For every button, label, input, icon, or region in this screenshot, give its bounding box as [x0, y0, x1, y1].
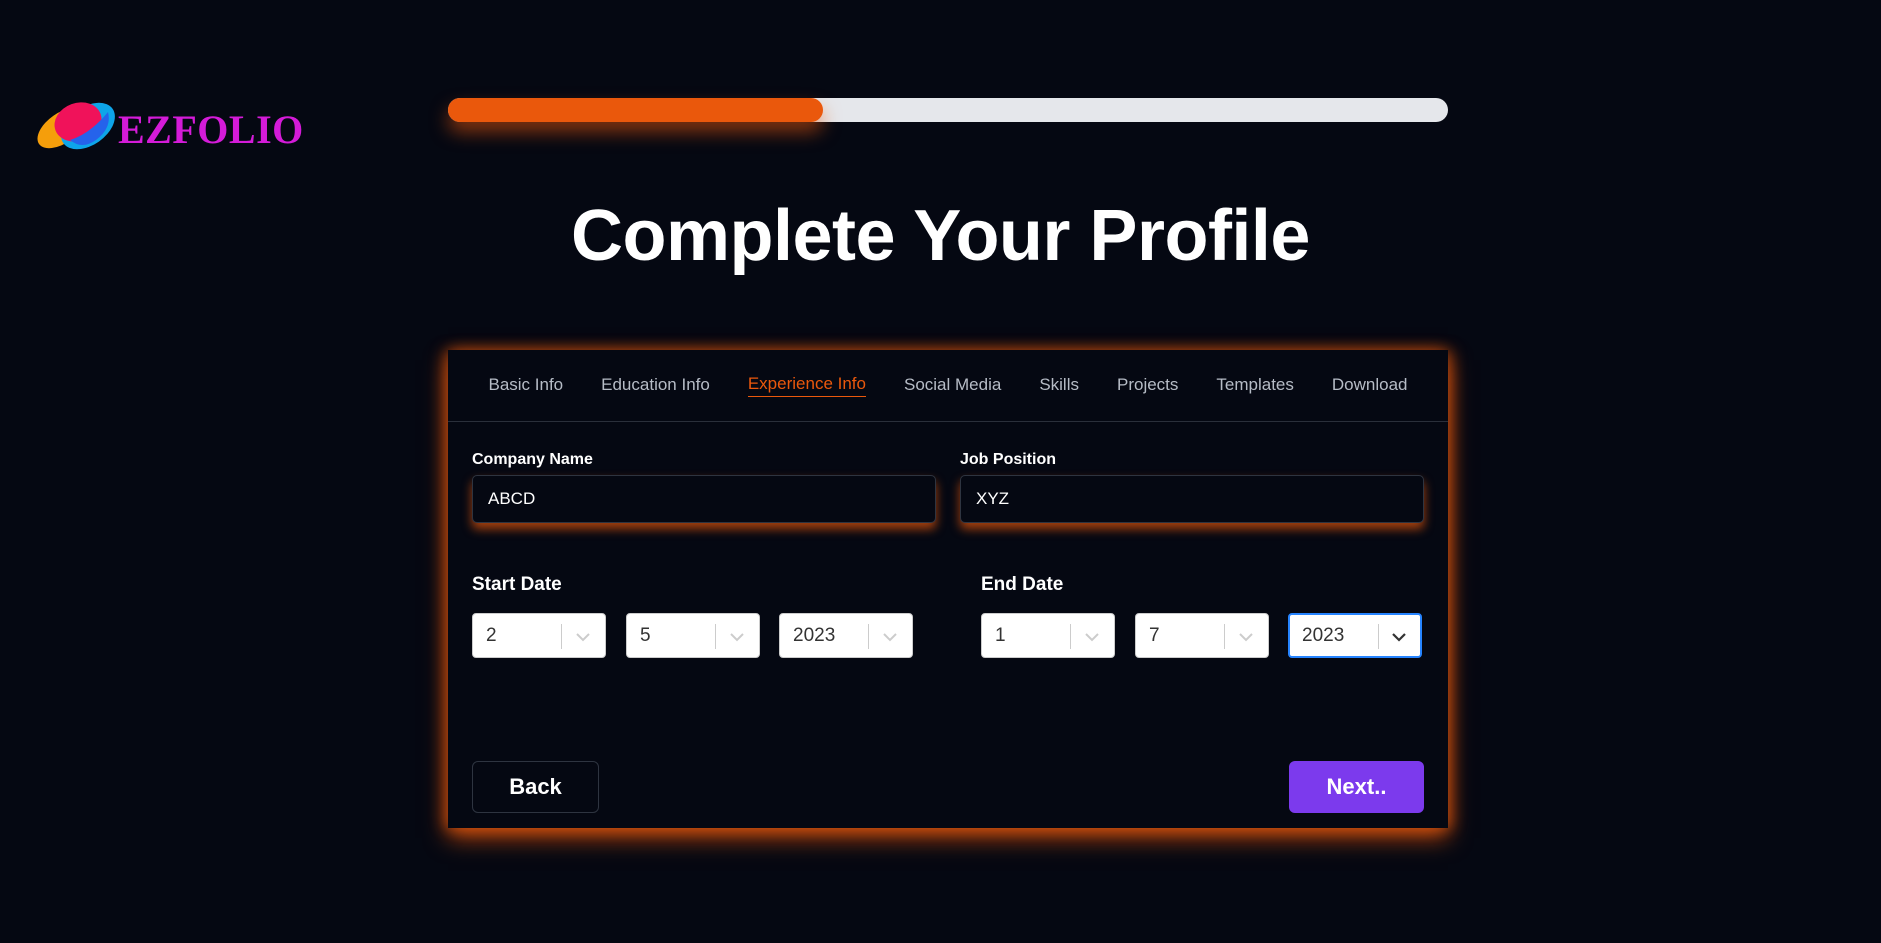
page: EZFOLIO Complete Your Profile Basic Info…	[0, 0, 1881, 943]
tab-download[interactable]: Download	[1332, 375, 1408, 397]
end-year-value: 2023	[1302, 625, 1345, 646]
job-position-input[interactable]	[960, 475, 1424, 523]
end-day-select[interactable]: 1	[981, 613, 1115, 658]
ezfolio-logo[interactable]: EZFOLIO	[30, 94, 303, 164]
tab-social-media[interactable]: Social Media	[904, 375, 1001, 397]
chevron-down-icon	[1085, 633, 1099, 642]
select-separator	[1224, 624, 1225, 649]
tab-projects[interactable]: Projects	[1117, 375, 1178, 397]
end-day-value: 1	[995, 625, 1006, 646]
profile-form-card: Basic Info Education Info Experience Inf…	[448, 350, 1448, 828]
chevron-down-icon	[730, 633, 744, 642]
company-name-input[interactable]	[472, 475, 936, 523]
start-date-label: Start Date	[472, 574, 562, 595]
start-month-select[interactable]: 5	[626, 613, 760, 658]
next-button[interactable]: Next..	[1289, 761, 1424, 813]
select-separator	[1070, 624, 1071, 649]
start-year-select[interactable]: 2023	[779, 613, 913, 658]
logo-text: EZFOLIO	[118, 107, 304, 152]
select-separator	[561, 624, 562, 649]
chevron-down-icon	[883, 633, 897, 642]
logo-mark-icon	[37, 102, 115, 150]
company-name-label: Company Name	[472, 451, 593, 468]
tab-skills[interactable]: Skills	[1039, 375, 1079, 397]
tab-experience-info[interactable]: Experience Info	[747, 374, 866, 397]
progress-fill	[448, 98, 823, 122]
end-month-select[interactable]: 7	[1135, 613, 1269, 658]
start-day-select[interactable]: 2	[472, 613, 606, 658]
progress-bar	[448, 98, 1448, 122]
job-position-label: Job Position	[960, 451, 1056, 468]
tab-basic-info[interactable]: Basic Info	[488, 375, 563, 397]
end-date-label: End Date	[981, 574, 1064, 595]
page-title: Complete Your Profile	[571, 196, 1310, 276]
chevron-down-icon	[1239, 633, 1253, 642]
chevron-down-icon	[1392, 633, 1406, 642]
tab-education-info[interactable]: Education Info	[601, 375, 710, 397]
select-separator	[1378, 624, 1379, 649]
start-month-value: 5	[640, 625, 651, 646]
tab-templates[interactable]: Templates	[1216, 375, 1293, 397]
select-separator	[868, 624, 869, 649]
start-year-value: 2023	[793, 625, 836, 646]
chevron-down-icon	[576, 633, 590, 642]
select-separator	[715, 624, 716, 649]
back-button[interactable]: Back	[472, 761, 599, 813]
start-day-value: 2	[486, 625, 497, 646]
step-tabs: Basic Info Education Info Experience Inf…	[448, 350, 1448, 422]
end-year-select[interactable]: 2023	[1288, 613, 1422, 658]
end-month-value: 7	[1149, 625, 1160, 646]
